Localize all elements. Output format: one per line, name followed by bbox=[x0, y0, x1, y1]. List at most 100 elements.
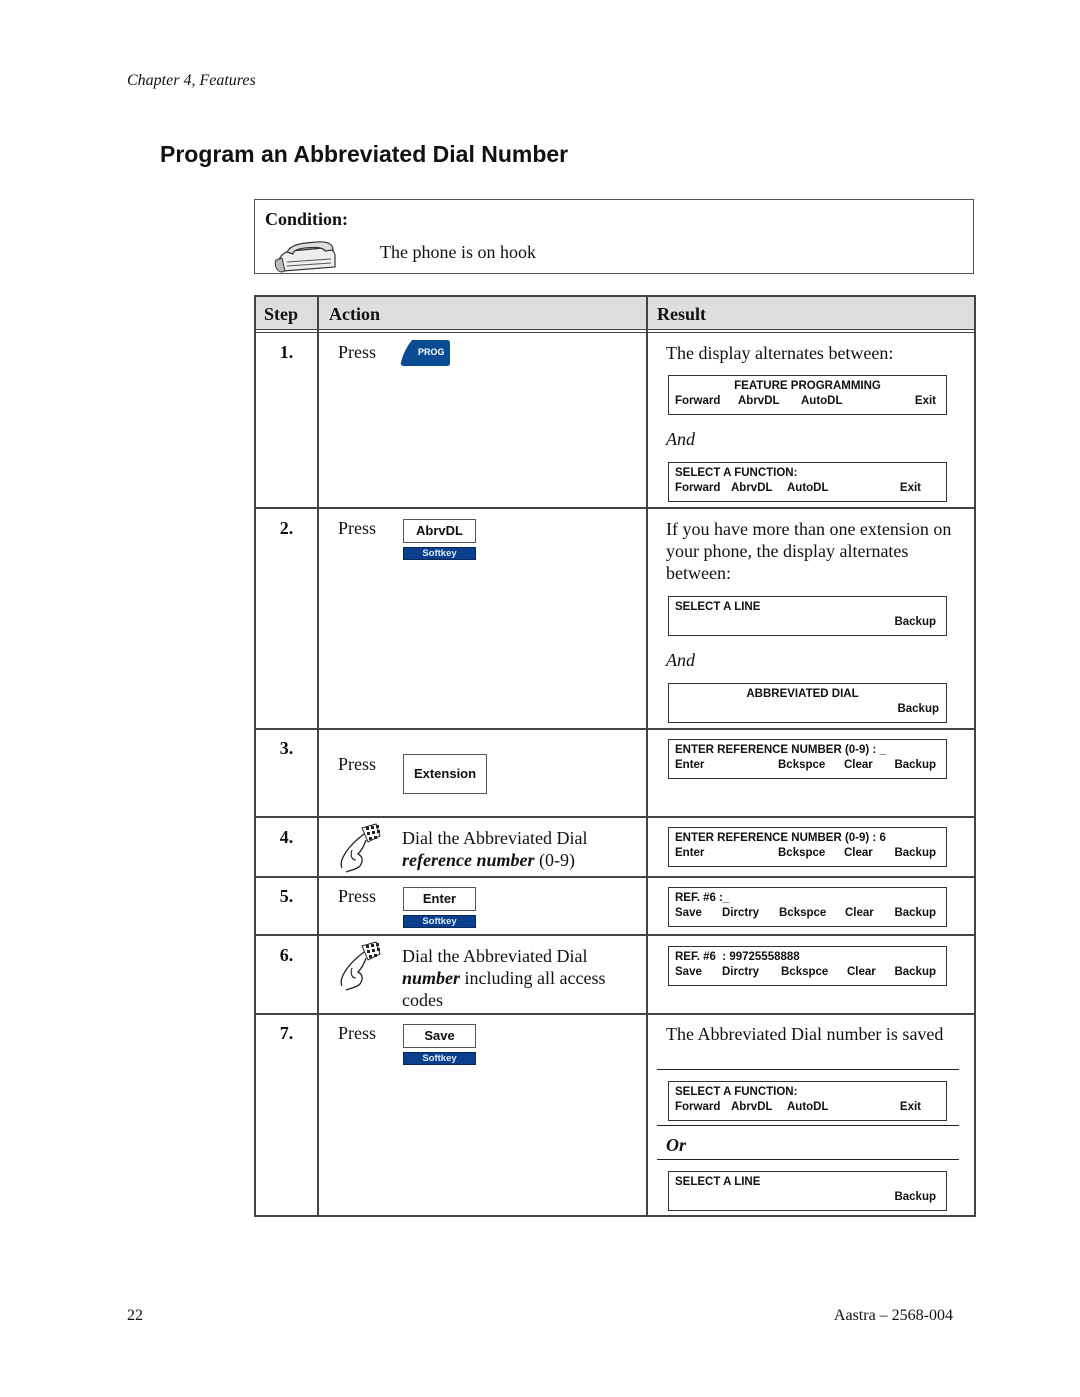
lcd-softkey: Enter bbox=[675, 847, 705, 859]
lcd-line-1: ABBREVIATED DIAL bbox=[746, 688, 859, 700]
lcd-softkey: Dirctry bbox=[722, 966, 760, 978]
lcd-line-1: SELECT A LINE bbox=[675, 1176, 761, 1188]
softkey-label: Enter bbox=[403, 887, 476, 911]
lcd-softkey: Bckspce bbox=[781, 966, 829, 978]
result-separator bbox=[657, 1125, 959, 1126]
result-separator bbox=[657, 1159, 959, 1160]
connector-text: Or bbox=[666, 1135, 687, 1155]
lcd-softkey: AbrvDL bbox=[731, 482, 773, 494]
press-label: Press bbox=[338, 1023, 377, 1043]
abrvdl-softkey-button: AbrvDL Softkey bbox=[403, 519, 476, 560]
lcd-display: SELECT A FUNCTION: Forward AbrvDL AutoDL… bbox=[668, 462, 947, 502]
lcd-display: REF. #6 :_ Save Dirctry Bckspce Clear Ba… bbox=[668, 887, 947, 927]
dial-text-after: (0-9) bbox=[534, 850, 575, 870]
lcd-line-1: REF. #6 : 99725558888 bbox=[675, 951, 800, 963]
dial-instruction: Dial the Abbreviated Dial number includi… bbox=[402, 945, 637, 1011]
prog-key-icon: PROG bbox=[400, 340, 450, 366]
result-text: The Abbreviated Dial number is saved bbox=[666, 1024, 944, 1044]
lcd-softkey: Forward bbox=[675, 482, 721, 494]
connector-text: And bbox=[666, 429, 695, 449]
lcd-softkey: Backup bbox=[894, 616, 936, 628]
dial-instruction: Dial the Abbreviated Dial reference numb… bbox=[402, 827, 637, 871]
step-number: 5. bbox=[279, 886, 294, 906]
result-text: The display alternates between: bbox=[666, 343, 894, 363]
row-divider bbox=[254, 507, 976, 509]
lcd-softkey: Exit bbox=[899, 482, 921, 494]
table-border-top bbox=[254, 295, 976, 297]
dial-text: Dial the Abbreviated Dial bbox=[402, 828, 588, 848]
lcd-softkey: Backup bbox=[894, 759, 936, 771]
phone-on-hook-icon bbox=[274, 241, 336, 273]
softkey-tag: Softkey bbox=[403, 547, 476, 560]
lcd-display: SELECT A LINE Backup bbox=[668, 596, 947, 636]
softkey-label: Save bbox=[403, 1024, 476, 1048]
lcd-softkey: Clear bbox=[844, 847, 873, 859]
dialing-hand-icon bbox=[340, 941, 381, 991]
dial-text: Dial the Abbreviated Dial bbox=[402, 946, 588, 966]
lcd-softkey: Bckspce bbox=[779, 907, 827, 919]
softkey-tag: Softkey bbox=[403, 1052, 476, 1065]
lcd-softkey: AbrvDL bbox=[738, 395, 780, 407]
lcd-softkey: AutoDL bbox=[801, 395, 843, 407]
lcd-softkey: AbrvDL bbox=[731, 1101, 773, 1113]
lcd-display: SELECT A FUNCTION: Forward AbrvDL AutoDL… bbox=[668, 1081, 947, 1121]
save-softkey-button: Save Softkey bbox=[403, 1024, 476, 1065]
lcd-display: REF. #6 : 99725558888 Save Dirctry Bcksp… bbox=[668, 946, 947, 986]
lcd-line-1: SELECT A FUNCTION: bbox=[675, 467, 798, 479]
header-result: Result bbox=[657, 304, 706, 324]
header-step: Step bbox=[264, 304, 299, 324]
header-divider bbox=[254, 329, 976, 333]
press-label: Press bbox=[338, 754, 377, 774]
enter-softkey-button: Enter Softkey bbox=[403, 887, 476, 928]
row-divider bbox=[254, 876, 976, 878]
lcd-display: SELECT A LINE Backup bbox=[668, 1171, 947, 1211]
column-divider-action bbox=[646, 295, 648, 1217]
press-label: Press bbox=[338, 518, 377, 538]
lcd-line-1: SELECT A FUNCTION: bbox=[675, 1086, 798, 1098]
lcd-softkey: Forward bbox=[675, 395, 721, 407]
row-divider bbox=[254, 934, 976, 936]
press-label: Press bbox=[338, 886, 377, 906]
lcd-softkey: Save bbox=[675, 966, 702, 978]
condition-text: The phone is on hook bbox=[380, 242, 536, 262]
lcd-softkey: Backup bbox=[897, 703, 939, 715]
row-divider bbox=[254, 816, 976, 818]
row-divider bbox=[254, 728, 976, 730]
softkey-label: AbrvDL bbox=[403, 519, 476, 543]
lcd-softkey: Bckspce bbox=[778, 759, 826, 771]
lcd-softkey: Forward bbox=[675, 1101, 721, 1113]
lcd-display: ABBREVIATED DIAL Backup bbox=[668, 683, 947, 723]
step-number: 3. bbox=[279, 738, 294, 758]
condition-box: Condition: The phone is on hook bbox=[254, 199, 974, 274]
lcd-softkey: AutoDL bbox=[787, 482, 829, 494]
row-divider bbox=[254, 1013, 976, 1015]
lcd-softkey: Save bbox=[675, 907, 702, 919]
step-number: 7. bbox=[279, 1023, 294, 1043]
result-text: If you have more than one extension on y… bbox=[666, 519, 952, 583]
table-border-right bbox=[974, 295, 976, 1217]
connector-text: And bbox=[666, 650, 695, 670]
lcd-softkey: Backup bbox=[894, 966, 936, 978]
step-number: 4. bbox=[279, 827, 294, 847]
step-number: 2. bbox=[279, 518, 294, 538]
dialing-hand-icon bbox=[340, 823, 381, 873]
lcd-softkey: Exit bbox=[899, 1101, 921, 1113]
dial-emphasis: number bbox=[402, 968, 461, 988]
lcd-softkey: Backup bbox=[894, 907, 936, 919]
prog-key-label: PROG bbox=[418, 347, 445, 357]
lcd-softkey: Bckspce bbox=[778, 847, 826, 859]
lcd-display: ENTER REFERENCE NUMBER (0-9) : 6 Enter B… bbox=[668, 827, 947, 867]
page-number: 22 bbox=[127, 1307, 143, 1324]
lcd-softkey: Backup bbox=[894, 1191, 936, 1203]
lcd-softkey: Clear bbox=[847, 966, 876, 978]
header-action: Action bbox=[329, 304, 380, 324]
lcd-softkey: Backup bbox=[894, 847, 936, 859]
lcd-softkey: Exit bbox=[914, 395, 936, 407]
step-number: 6. bbox=[279, 945, 294, 965]
lcd-line-1: FEATURE PROGRAMMING bbox=[734, 380, 881, 392]
lcd-line-1: REF. #6 :_ bbox=[675, 892, 730, 904]
lcd-line-1: ENTER REFERENCE NUMBER (0-9) : _ bbox=[675, 744, 886, 756]
lcd-line-1: ENTER REFERENCE NUMBER (0-9) : 6 bbox=[675, 832, 886, 844]
chapter-header: Chapter 4, Features bbox=[127, 72, 256, 89]
page-title: Program an Abbreviated Dial Number bbox=[160, 141, 569, 167]
